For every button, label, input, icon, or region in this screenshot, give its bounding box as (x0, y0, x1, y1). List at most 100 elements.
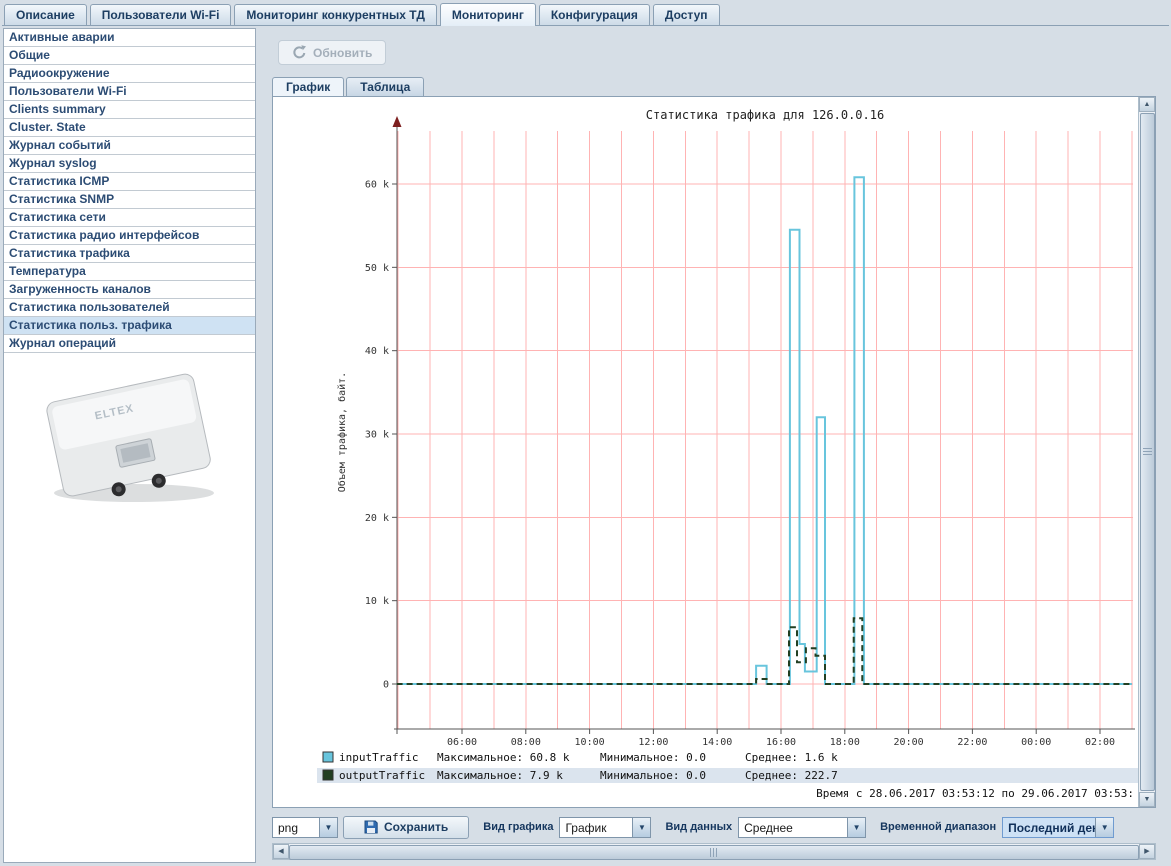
svg-text:Среднее: 222.7: Среднее: 222.7 (745, 769, 838, 782)
chevron-down-icon[interactable]: ▼ (847, 818, 865, 837)
thumb-grip (1143, 448, 1152, 457)
svg-text:06:00: 06:00 (447, 737, 477, 748)
sidebar-item[interactable]: Статистика польз. трафика (4, 317, 255, 335)
svg-text:0: 0 (383, 680, 389, 691)
sidebar-item[interactable]: Радиоокружение (4, 65, 255, 83)
data-view-value: Среднее (739, 818, 847, 837)
device-photo: ELTEX (22, 365, 237, 513)
sidebar-item[interactable]: Статистика пользователей (4, 299, 255, 317)
svg-text:02:00: 02:00 (1085, 737, 1115, 748)
svg-text:Максимальное: 60.8 k: Максимальное: 60.8 k (437, 751, 570, 764)
app-window: ОписаниеПользователи Wi-FiМониторинг кон… (0, 0, 1171, 866)
svg-text:18:00: 18:00 (830, 737, 860, 748)
svg-text:20:00: 20:00 (894, 737, 924, 748)
export-format-value: png (273, 818, 319, 837)
view-tabbar: ГрафикТаблица (272, 77, 424, 97)
chevron-down-icon[interactable]: ▼ (1095, 818, 1113, 837)
chart-view-value: График (560, 818, 632, 837)
svg-text:Минимальное: 0.0: Минимальное: 0.0 (600, 751, 706, 764)
svg-text:Максимальное: 7.9 k: Максимальное: 7.9 k (437, 769, 563, 782)
sidebar-item[interactable]: Статистика ICMP (4, 173, 255, 191)
traffic-chart: 0 10 k 20 k 30 k 40 k 50 k 60 k 06:00 08:00 10:00… (273, 97, 1140, 807)
chart-vertical-scrollbar[interactable]: ▲ ▼ (1138, 97, 1155, 807)
scroll-up-icon[interactable]: ▲ (1139, 97, 1155, 112)
svg-text:50 k: 50 k (365, 263, 389, 274)
svg-text:22:00: 22:00 (957, 737, 987, 748)
chart-controls-bar: png ▼ Сохранить Вид графика График ▼ Вид… (272, 815, 1156, 839)
svg-text:14:00: 14:00 (702, 737, 732, 748)
sidebar-item[interactable]: Cluster. State (4, 119, 255, 137)
chart-footer: Время с 28.06.2017 03:53:12 по 29.06.201… (816, 787, 1134, 800)
svg-text:Среднее: 1.6 k: Среднее: 1.6 k (745, 751, 838, 764)
main-content: Обновить ГрафикТаблица 010 k20 k30 k40 k… (259, 28, 1168, 863)
main-tab[interactable]: Мониторинг (440, 3, 536, 26)
sidebar-item[interactable]: Журнал syslog (4, 155, 255, 173)
chart-horizontal-scrollbar[interactable]: ◀ ▶ (272, 843, 1156, 860)
svg-text:60 k: 60 k (365, 180, 389, 191)
sidebar-item[interactable]: Статистика SNMP (4, 191, 255, 209)
svg-text:inputTraffic: inputTraffic (339, 751, 418, 764)
thumb-grip (710, 848, 719, 857)
svg-text:10:00: 10:00 (575, 737, 605, 748)
chevron-down-icon[interactable]: ▼ (319, 818, 337, 837)
svg-text:outputTraffic: outputTraffic (339, 769, 425, 782)
chart-axes: 0 10 k 20 k 30 k 40 k 50 k 60 k 06:00 08:00 10:00… (365, 116, 1135, 748)
svg-text:10 k: 10 k (365, 596, 389, 607)
horizontal-scrollbar-thumb[interactable] (289, 845, 1139, 860)
chart-title: Статистика трафика для 126.0.0.16 (646, 108, 884, 122)
svg-text:40 k: 40 k (365, 346, 389, 357)
sidebar-item[interactable]: Clients summary (4, 101, 255, 119)
sidebar-item[interactable]: Загруженность каналов (4, 281, 255, 299)
main-tab[interactable]: Описание (4, 4, 87, 25)
chart-panel: 0 10 k 20 k 30 k 40 k 50 k 60 k 06:00 08:00 10:00… (272, 96, 1156, 808)
sidebar-item[interactable]: Журнал событий (4, 137, 255, 155)
svg-text:30 k: 30 k (365, 430, 389, 441)
chevron-down-icon[interactable]: ▼ (632, 818, 650, 837)
svg-text:08:00: 08:00 (511, 737, 541, 748)
sidebar-item[interactable]: Статистика радио интерфейсов (4, 227, 255, 245)
sidebar-item[interactable]: Пользователи Wi-Fi (4, 83, 255, 101)
main-tabbar: ОписаниеПользователи Wi-FiМониторинг кон… (2, 2, 1169, 26)
sidebar-item[interactable]: Температура (4, 263, 255, 281)
refresh-icon (292, 45, 307, 60)
scroll-down-icon[interactable]: ▼ (1139, 792, 1155, 807)
view-tab[interactable]: Таблица (346, 77, 424, 97)
sidebar: Активные аварииОбщиеРадиоокружениеПользо… (3, 28, 256, 863)
sidebar-item[interactable]: Журнал операций (4, 335, 255, 353)
save-button-label: Сохранить (384, 820, 448, 834)
save-button[interactable]: Сохранить (343, 816, 469, 839)
y-axis-label: Объем трафика, байт. (336, 372, 348, 492)
sidebar-item[interactable]: Активные аварии (4, 29, 255, 47)
time-range-label: Временной диапазон (880, 821, 996, 833)
export-format-select[interactable]: png ▼ (272, 817, 338, 838)
refresh-button[interactable]: Обновить (278, 40, 386, 65)
svg-text:16:00: 16:00 (766, 737, 796, 748)
series-inputTraffic (397, 177, 1132, 684)
svg-text:Минимальное: 0.0: Минимальное: 0.0 (600, 769, 706, 782)
vertical-scrollbar-thumb[interactable] (1140, 113, 1155, 791)
sidebar-list: Активные аварииОбщиеРадиоокружениеПользо… (4, 29, 255, 353)
refresh-button-label: Обновить (313, 46, 372, 60)
main-tab[interactable]: Доступ (653, 4, 720, 25)
view-tab[interactable]: График (272, 77, 344, 97)
main-tab[interactable]: Конфигурация (539, 4, 650, 25)
data-view-select[interactable]: Среднее ▼ (738, 817, 866, 838)
sidebar-item[interactable]: Статистика сети (4, 209, 255, 227)
scroll-right-icon[interactable]: ▶ (1139, 844, 1155, 859)
chart-view-label: Вид графика (483, 821, 553, 833)
svg-text:20 k: 20 k (365, 513, 389, 524)
save-icon (364, 820, 378, 834)
main-tab[interactable]: Мониторинг конкурентных ТД (234, 4, 436, 25)
sidebar-item[interactable]: Статистика трафика (4, 245, 255, 263)
data-view-label: Вид данных (665, 821, 732, 833)
sidebar-item[interactable]: Общие (4, 47, 255, 65)
device-photo-drawing: ELTEX (22, 365, 237, 513)
time-range-select[interactable]: Последний день ▼ (1002, 817, 1114, 838)
scroll-left-icon[interactable]: ◀ (273, 844, 289, 859)
chart-grid (397, 131, 1133, 729)
chart-view-select[interactable]: График ▼ (559, 817, 651, 838)
series-outputTraffic (397, 618, 1132, 684)
main-tab[interactable]: Пользователи Wi-Fi (90, 4, 232, 25)
svg-text:12:00: 12:00 (638, 737, 668, 748)
chart-legend: inputTraffic Максимальное: 60.8 k Минималь… (317, 751, 1139, 783)
